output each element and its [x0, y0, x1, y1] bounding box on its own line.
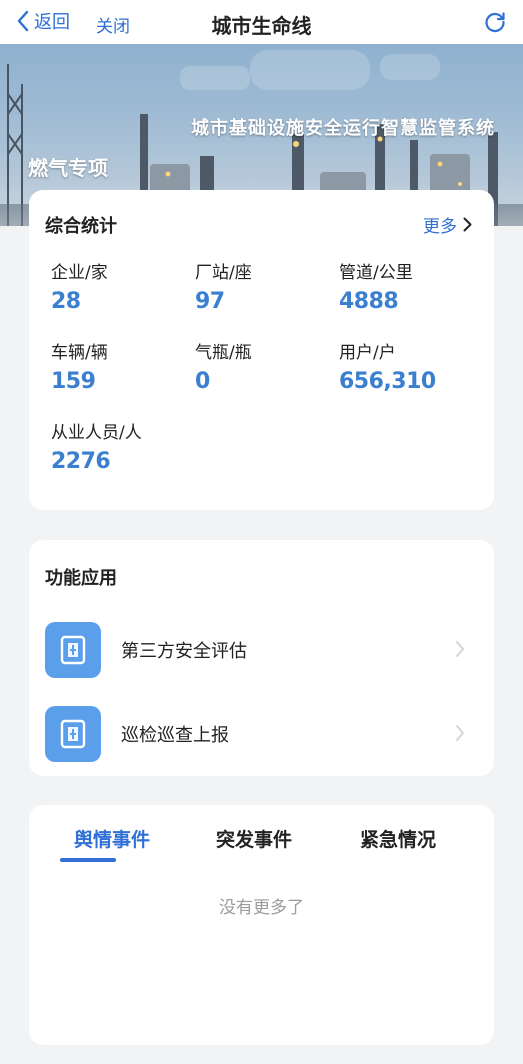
document-icon: [45, 622, 101, 678]
stat-vehicles: 车辆/辆 159: [51, 338, 108, 394]
more-label: 更多: [423, 217, 457, 237]
stat-label: 车辆/辆: [51, 343, 108, 363]
chevron-left-icon: [17, 10, 29, 32]
banner-topic-title: 燃气专项: [28, 156, 108, 180]
back-button[interactable]: 返回: [16, 8, 70, 34]
stat-value: 97: [195, 289, 225, 314]
stats-title: 综合统计: [45, 216, 117, 237]
empty-state-text: 没有更多了: [219, 898, 304, 918]
banner-system-title: 城市基础设施安全运行智慧监管系统: [191, 118, 495, 139]
stat-value: 28: [51, 289, 81, 314]
app-item-inspection-report[interactable]: 巡检巡查上报: [45, 706, 465, 762]
chevron-right-icon: [456, 725, 464, 741]
refresh-icon[interactable]: [483, 10, 507, 34]
app-label: 巡检巡查上报: [121, 725, 229, 746]
back-label: 返回: [34, 12, 70, 33]
stat-label: 用户/户: [339, 343, 396, 363]
top-nav-bar: 返回 关闭 城市生命线: [0, 0, 523, 44]
document-icon: [45, 706, 101, 762]
stat-stations: 厂站/座 97: [195, 258, 252, 314]
apps-card: 功能应用 第三方安全评估 巡检巡查上报: [29, 540, 494, 776]
stat-value: 0: [195, 369, 210, 394]
tab-urgent-situations[interactable]: 紧急情况: [360, 825, 436, 852]
app-item-third-party-assessment[interactable]: 第三方安全评估: [45, 622, 465, 678]
stat-value: 2276: [51, 449, 111, 474]
stats-card: 综合统计 更多 企业/家 28 厂站/座 97 管道/公里 4888 车辆/辆 …: [29, 190, 494, 510]
stat-label: 管道/公里: [339, 263, 413, 283]
stat-pipelines: 管道/公里 4888: [339, 258, 413, 314]
stat-label: 从业人员/人: [51, 423, 142, 443]
stat-cylinders: 气瓶/瓶 0: [195, 338, 252, 394]
stat-label: 企业/家: [51, 263, 108, 283]
chevron-right-icon: [456, 641, 464, 657]
apps-title: 功能应用: [45, 568, 117, 589]
stat-value: 159: [51, 369, 96, 394]
events-card: 舆情事件 突发事件 紧急情况 没有更多了: [29, 805, 494, 1045]
stat-label: 厂站/座: [195, 263, 252, 283]
close-button[interactable]: 关闭: [96, 12, 130, 37]
active-tab-indicator: [60, 858, 116, 862]
stat-staff: 从业人员/人 2276: [51, 418, 142, 474]
stat-value: 4888: [339, 289, 399, 314]
app-label: 第三方安全评估: [121, 641, 247, 662]
stat-label: 气瓶/瓶: [195, 343, 252, 363]
page-title: 城市生命线: [211, 14, 312, 38]
stat-users: 用户/户 656,310: [339, 338, 436, 394]
chevron-right-icon: [463, 217, 472, 232]
tab-emergency-events[interactable]: 突发事件: [216, 825, 292, 852]
more-button[interactable]: 更多: [423, 212, 472, 237]
stat-value: 656,310: [339, 369, 436, 394]
tab-public-opinion[interactable]: 舆情事件: [74, 825, 150, 852]
stat-enterprises: 企业/家 28: [51, 258, 108, 314]
